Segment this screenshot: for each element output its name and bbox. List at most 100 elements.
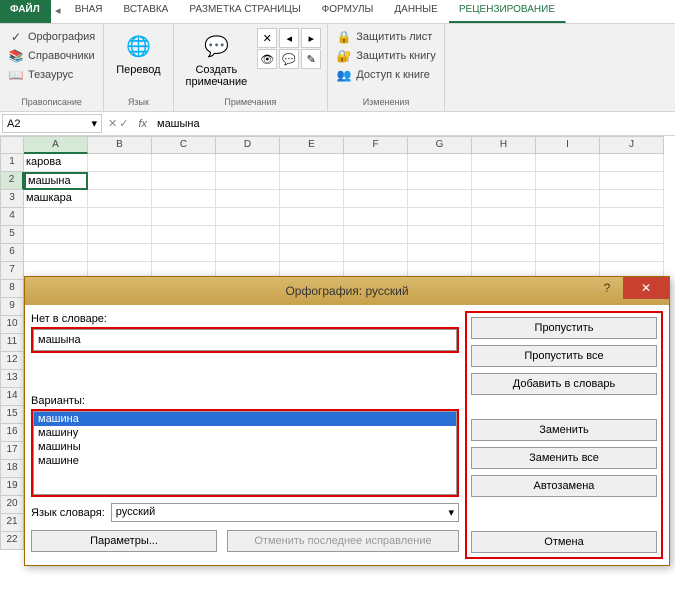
tab-formulas[interactable]: ФОРМУЛЫ (312, 0, 385, 23)
protect-book-button[interactable]: 🔐Защитить книгу (334, 47, 438, 65)
col-header-B[interactable]: B (88, 136, 152, 154)
row-header-22[interactable]: 22 (0, 532, 24, 550)
cell-J6[interactable] (600, 244, 664, 262)
cell-E1[interactable] (280, 154, 344, 172)
col-header-E[interactable]: E (280, 136, 344, 154)
cell-E4[interactable] (280, 208, 344, 226)
col-header-H[interactable]: H (472, 136, 536, 154)
translate-button[interactable]: 🌐 Перевод (110, 28, 166, 78)
tab-nav-left[interactable]: ◂ (51, 0, 65, 23)
row-header-19[interactable]: 19 (0, 478, 24, 496)
row-header-14[interactable]: 14 (0, 388, 24, 406)
cell-I2[interactable] (536, 172, 600, 190)
cell-C6[interactable] (152, 244, 216, 262)
row-header-13[interactable]: 13 (0, 370, 24, 388)
cell-C4[interactable] (152, 208, 216, 226)
close-button[interactable]: ✕ (623, 277, 669, 299)
cell-G3[interactable] (408, 190, 472, 208)
cell-C1[interactable] (152, 154, 216, 172)
cell-E2[interactable] (280, 172, 344, 190)
skip-all-button[interactable]: Пропустить все (471, 345, 657, 367)
cell-B3[interactable] (88, 190, 152, 208)
suggestion-item[interactable]: машину (34, 426, 456, 440)
fx-icon[interactable]: fx (132, 118, 153, 130)
row-header-9[interactable]: 9 (0, 298, 24, 316)
enter-formula-icon[interactable]: ✓ (119, 117, 128, 130)
tab-page-layout[interactable]: РАЗМЕТКА СТРАНИЦЫ (179, 0, 311, 23)
options-button[interactable]: Параметры... (31, 530, 217, 552)
cell-A2[interactable]: машына (24, 172, 88, 190)
row-header-3[interactable]: 3 (0, 190, 24, 208)
row-header-17[interactable]: 17 (0, 442, 24, 460)
new-comment-button[interactable]: 💬 Создать примечание (180, 28, 254, 90)
cell-A6[interactable] (24, 244, 88, 262)
row-header-12[interactable]: 12 (0, 352, 24, 370)
not-in-dict-input[interactable] (33, 329, 457, 351)
cancel-button[interactable]: Отмена (471, 531, 657, 553)
suggestion-item[interactable]: машина (34, 412, 456, 426)
row-header-1[interactable]: 1 (0, 154, 24, 172)
cancel-formula-icon[interactable]: ✕ (108, 117, 117, 130)
cell-J3[interactable] (600, 190, 664, 208)
show-ink-button[interactable]: ✎ (301, 49, 321, 69)
cell-E6[interactable] (280, 244, 344, 262)
tab-review[interactable]: РЕЦЕНЗИРОВАНИЕ (449, 0, 566, 23)
research-button[interactable]: 📚Справочники (6, 47, 97, 65)
cell-H5[interactable] (472, 226, 536, 244)
row-header-8[interactable]: 8 (0, 280, 24, 298)
next-comment-button[interactable]: ▸ (301, 28, 321, 48)
row-header-5[interactable]: 5 (0, 226, 24, 244)
col-header-C[interactable]: C (152, 136, 216, 154)
tab-insert[interactable]: ВСТАВКА (114, 0, 180, 23)
spelling-button[interactable]: ✓Орфография (6, 28, 97, 46)
select-all-corner[interactable] (0, 136, 24, 154)
cell-C2[interactable] (152, 172, 216, 190)
cell-G6[interactable] (408, 244, 472, 262)
lang-select[interactable]: русский▾ (111, 503, 459, 522)
row-header-20[interactable]: 20 (0, 496, 24, 514)
row-header-16[interactable]: 16 (0, 424, 24, 442)
cell-H4[interactable] (472, 208, 536, 226)
cell-H2[interactable] (472, 172, 536, 190)
row-header-7[interactable]: 7 (0, 262, 24, 280)
prev-comment-button[interactable]: ◂ (279, 28, 299, 48)
tab-data[interactable]: ДАННЫЕ (384, 0, 448, 23)
col-header-G[interactable]: G (408, 136, 472, 154)
cell-D4[interactable] (216, 208, 280, 226)
col-header-D[interactable]: D (216, 136, 280, 154)
cell-H1[interactable] (472, 154, 536, 172)
row-header-4[interactable]: 4 (0, 208, 24, 226)
cell-D5[interactable] (216, 226, 280, 244)
suggestions-list[interactable]: машинамашинумашинымашине (33, 411, 457, 495)
cell-A3[interactable]: машкара (24, 190, 88, 208)
cell-C5[interactable] (152, 226, 216, 244)
cell-F5[interactable] (344, 226, 408, 244)
cell-J1[interactable] (600, 154, 664, 172)
cell-J4[interactable] (600, 208, 664, 226)
cell-F3[interactable] (344, 190, 408, 208)
cell-E5[interactable] (280, 226, 344, 244)
share-book-button[interactable]: 👥Доступ к книге (334, 66, 438, 84)
add-to-dict-button[interactable]: Добавить в словарь (471, 373, 657, 395)
cell-B6[interactable] (88, 244, 152, 262)
cell-C3[interactable] (152, 190, 216, 208)
col-header-J[interactable]: J (600, 136, 664, 154)
row-header-10[interactable]: 10 (0, 316, 24, 334)
cell-G4[interactable] (408, 208, 472, 226)
cell-B5[interactable] (88, 226, 152, 244)
col-header-F[interactable]: F (344, 136, 408, 154)
cell-J2[interactable] (600, 172, 664, 190)
cell-I4[interactable] (536, 208, 600, 226)
row-header-21[interactable]: 21 (0, 514, 24, 532)
row-header-11[interactable]: 11 (0, 334, 24, 352)
cell-B4[interactable] (88, 208, 152, 226)
cell-D1[interactable] (216, 154, 280, 172)
row-header-18[interactable]: 18 (0, 460, 24, 478)
cell-F2[interactable] (344, 172, 408, 190)
cell-J5[interactable] (600, 226, 664, 244)
autocorrect-button[interactable]: Автозамена (471, 475, 657, 497)
col-header-I[interactable]: I (536, 136, 600, 154)
cell-I5[interactable] (536, 226, 600, 244)
cell-A4[interactable] (24, 208, 88, 226)
formula-bar[interactable]: машына (153, 116, 675, 132)
